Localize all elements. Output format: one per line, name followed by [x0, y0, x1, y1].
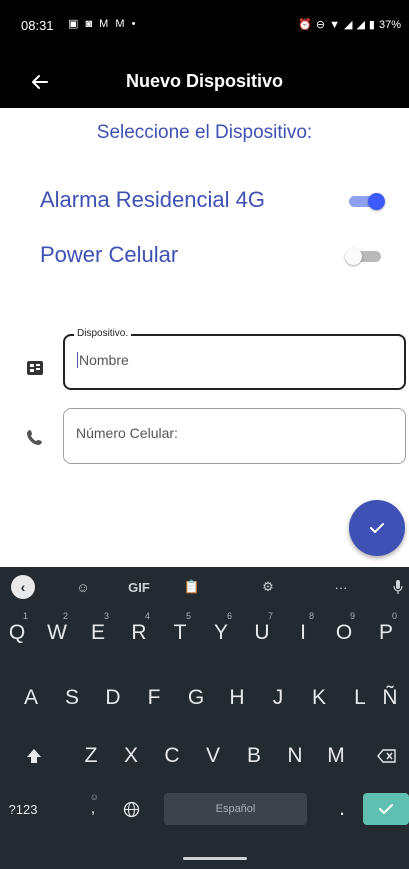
- key-c[interactable]: C: [155, 730, 189, 782]
- keyboard-toolbar: ‹ ☺ GIF 📋 ⚙ ···: [0, 567, 409, 607]
- key-o[interactable]: O9: [327, 607, 361, 659]
- navigation-handle[interactable]: [183, 857, 247, 860]
- period-key[interactable]: .: [325, 783, 359, 835]
- more-button[interactable]: ···: [324, 575, 358, 599]
- power-celular-switch[interactable]: [345, 248, 385, 265]
- phone-icon: [25, 427, 45, 447]
- switch-thumb: [345, 248, 362, 265]
- key-r[interactable]: R4: [122, 607, 156, 659]
- option-label: Power Celular: [40, 242, 179, 267]
- key-b[interactable]: B: [237, 730, 271, 782]
- device-name-field[interactable]: Dispositivo. Nombre: [63, 328, 406, 390]
- key-v[interactable]: V: [196, 730, 230, 782]
- gif-button[interactable]: GIF: [124, 575, 154, 599]
- backspace-key[interactable]: [370, 730, 404, 782]
- gear-icon[interactable]: ⚙: [255, 575, 281, 599]
- status-time: 08:31: [21, 18, 54, 33]
- key-k[interactable]: K: [302, 672, 336, 724]
- key-m[interactable]: M: [319, 730, 353, 782]
- key-x[interactable]: X: [114, 730, 148, 782]
- option-label: Alarma Residencial 4G: [40, 187, 265, 212]
- shift-icon: [27, 749, 41, 763]
- key-y[interactable]: Y6: [204, 607, 238, 659]
- field-legend: Dispositivo.: [74, 328, 132, 339]
- key-f[interactable]: F: [137, 672, 171, 724]
- option-alarma-residencial: Alarma Residencial 4G: [40, 183, 385, 219]
- signal-2-icon: ◢: [356, 19, 365, 31]
- key-e[interactable]: E3: [81, 607, 115, 659]
- battery-percent: 37%: [378, 18, 401, 31]
- key-s[interactable]: S: [55, 672, 89, 724]
- sticker-icon[interactable]: ☺: [70, 575, 96, 599]
- emoji-hint-icon: ☺: [89, 792, 99, 802]
- dnd-icon: ⊖: [315, 19, 326, 31]
- alarm-icon: ⏰: [298, 19, 312, 31]
- key-g[interactable]: G: [179, 672, 213, 724]
- check-icon: [370, 523, 384, 533]
- status-right: ⏰ ⊖ ▼ ◢ ◢ ▮ 37%: [298, 18, 401, 32]
- device-name-placeholder: Nombre: [79, 352, 129, 368]
- key-l[interactable]: L: [343, 672, 377, 724]
- mic-icon[interactable]: [388, 575, 408, 599]
- key-a[interactable]: A: [14, 672, 48, 724]
- key-enye[interactable]: Ñ: [373, 672, 407, 724]
- device-id-icon: [25, 358, 45, 378]
- key-z[interactable]: Z: [74, 730, 108, 782]
- text-caret: [77, 352, 78, 368]
- key-n[interactable]: N: [278, 730, 312, 782]
- language-key[interactable]: [114, 783, 148, 835]
- option-power-celular: Power Celular: [40, 238, 385, 274]
- key-h[interactable]: H: [220, 672, 254, 724]
- key-u[interactable]: U7: [245, 607, 279, 659]
- confirm-fab-button[interactable]: [349, 500, 405, 556]
- key-w[interactable]: W2: [40, 607, 74, 659]
- shift-key[interactable]: [17, 730, 51, 782]
- key-q[interactable]: Q1: [0, 607, 34, 659]
- phone-number-field[interactable]: Número Celular:: [63, 408, 406, 464]
- check-icon: [379, 804, 393, 814]
- keyboard-back-icon[interactable]: ‹: [11, 575, 35, 599]
- notification-icons: ▣ ◙ M M •: [68, 18, 138, 30]
- status-bar: 08:31 ▣ ◙ M M • ⏰ ⊖ ▼ ◢ ◢ ▮ 37%: [0, 0, 409, 56]
- signal-icon: ◢: [343, 19, 353, 31]
- battery-icon: ▮: [368, 19, 375, 31]
- key-p[interactable]: P0: [369, 607, 403, 659]
- globe-icon: [123, 801, 139, 817]
- key-d[interactable]: D: [96, 672, 130, 724]
- key-t[interactable]: T5: [163, 607, 197, 659]
- numbers-key[interactable]: ?123: [6, 783, 40, 835]
- enter-key[interactable]: [363, 793, 409, 825]
- key-j[interactable]: J: [261, 672, 295, 724]
- clipboard-icon[interactable]: 📋: [180, 575, 204, 599]
- backspace-icon: [377, 749, 396, 763]
- wifi-icon: ▼: [329, 18, 340, 31]
- phone-number-placeholder[interactable]: Número Celular:: [76, 425, 178, 441]
- app-bar: Nuevo Dispositivo: [0, 56, 409, 108]
- device-name-input[interactable]: Nombre: [77, 352, 129, 368]
- space-key[interactable]: Español: [164, 793, 307, 825]
- select-device-label: Seleccione el Dispositivo:: [96, 122, 313, 143]
- page-title: Nuevo Dispositivo: [125, 71, 284, 91]
- key-i[interactable]: I8: [286, 607, 320, 659]
- comma-key[interactable]: , ☺: [76, 783, 110, 835]
- switch-thumb: [368, 193, 385, 210]
- alarma-residencial-switch[interactable]: [345, 193, 385, 210]
